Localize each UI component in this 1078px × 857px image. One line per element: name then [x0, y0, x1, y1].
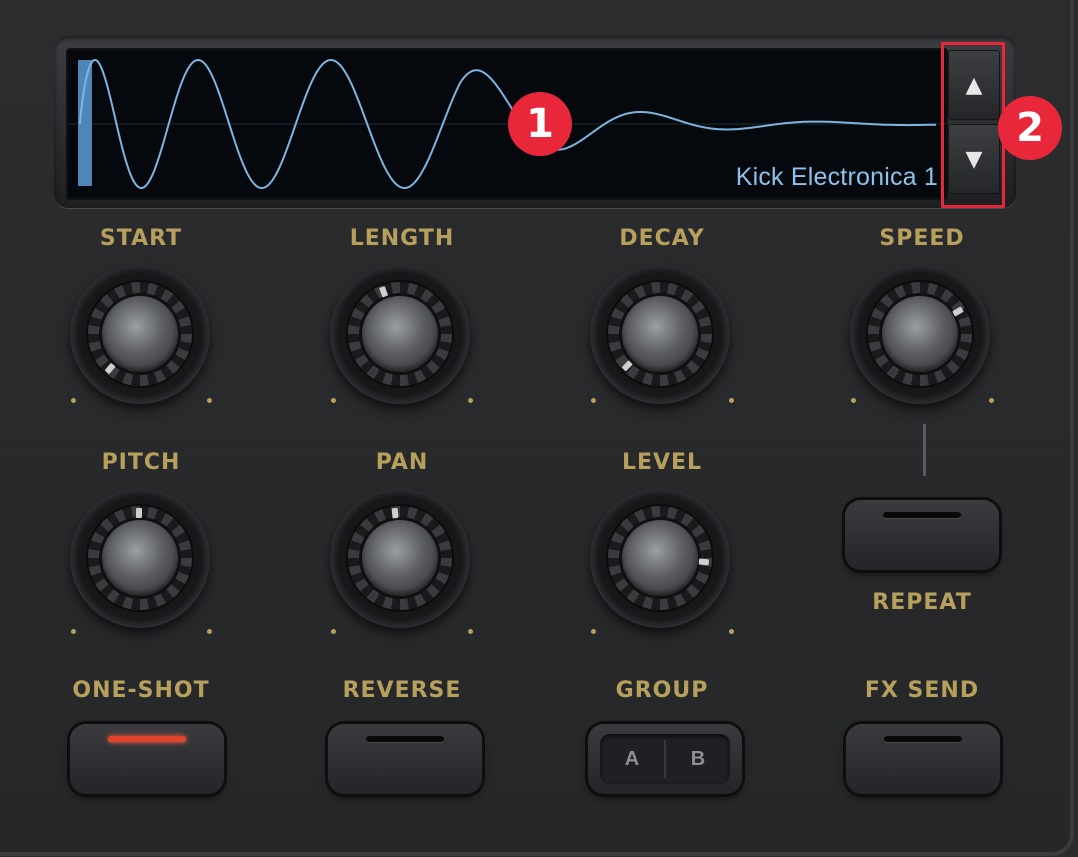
- reverse-led: [366, 736, 444, 742]
- waveform-display[interactable]: Kick Electronica 1: [66, 48, 948, 200]
- max-dot: [729, 629, 734, 634]
- min-dot: [591, 398, 596, 403]
- pitch-knob[interactable]: [70, 488, 210, 628]
- knob-cap: [882, 296, 958, 372]
- length-label: LENGTH: [349, 226, 455, 251]
- knob-cap: [102, 520, 178, 596]
- length-knob[interactable]: [330, 264, 470, 404]
- level-label: LEVEL: [621, 450, 703, 475]
- max-dot: [729, 398, 734, 403]
- max-dot: [989, 398, 994, 403]
- min-dot: [71, 629, 76, 634]
- min-dot: [71, 398, 76, 403]
- one-shot-button[interactable]: [70, 724, 224, 794]
- reverse-label: REVERSE: [342, 678, 462, 703]
- max-dot: [468, 398, 473, 403]
- reverse-button[interactable]: [328, 724, 482, 794]
- knob-indicator: [391, 507, 399, 519]
- arrow-up-icon: ▲: [965, 72, 983, 98]
- repeat-button[interactable]: [845, 500, 999, 570]
- knob-cap: [622, 520, 698, 596]
- one-shot-label: ONE-SHOT: [72, 678, 210, 703]
- group-b-option[interactable]: B: [666, 734, 730, 784]
- fx-send-button[interactable]: [846, 724, 1000, 794]
- previous-sample-button[interactable]: ▲: [948, 50, 1000, 120]
- max-dot: [207, 398, 212, 403]
- decay-knob[interactable]: [590, 264, 730, 404]
- decay-label: DECAY: [619, 226, 705, 251]
- knob-cap: [622, 296, 698, 372]
- min-dot: [591, 629, 596, 634]
- knob-indicator: [698, 558, 710, 566]
- pan-knob[interactable]: [330, 488, 470, 628]
- group-label: GROUP: [615, 678, 709, 703]
- knob-cap: [362, 296, 438, 372]
- group-switch: A B: [600, 734, 730, 784]
- min-dot: [331, 398, 336, 403]
- level-knob[interactable]: [590, 488, 730, 628]
- repeat-led: [883, 512, 961, 518]
- knob-cap: [362, 520, 438, 596]
- knob-cap: [102, 296, 178, 372]
- fx-send-label: FX SEND: [864, 678, 980, 703]
- knob-indicator: [136, 508, 142, 518]
- one-shot-led: [108, 736, 186, 742]
- group-a-option[interactable]: A: [600, 734, 664, 784]
- speed-repeat-connector: [923, 424, 926, 476]
- drum-sampler-panel: Kick Electronica 1 ▲ ▼ 1 2 START LENGTH …: [0, 0, 1074, 856]
- speed-label: SPEED: [879, 226, 965, 251]
- pitch-label: PITCH: [101, 450, 181, 475]
- fx-send-led: [884, 736, 962, 742]
- arrow-down-icon: ▼: [965, 146, 983, 172]
- start-label: START: [99, 226, 183, 251]
- callout-badge-1: 1: [508, 92, 572, 156]
- next-sample-button[interactable]: ▼: [948, 124, 1000, 194]
- max-dot: [468, 629, 473, 634]
- speed-knob[interactable]: [850, 264, 990, 404]
- pan-label: PAN: [375, 450, 429, 475]
- min-dot: [851, 398, 856, 403]
- start-knob[interactable]: [70, 264, 210, 404]
- min-dot: [331, 629, 336, 634]
- repeat-label: REPEAT: [872, 590, 972, 615]
- sample-name: Kick Electronica 1: [735, 163, 938, 191]
- max-dot: [207, 629, 212, 634]
- callout-badge-2: 2: [998, 96, 1062, 160]
- group-selector[interactable]: A B: [588, 724, 742, 794]
